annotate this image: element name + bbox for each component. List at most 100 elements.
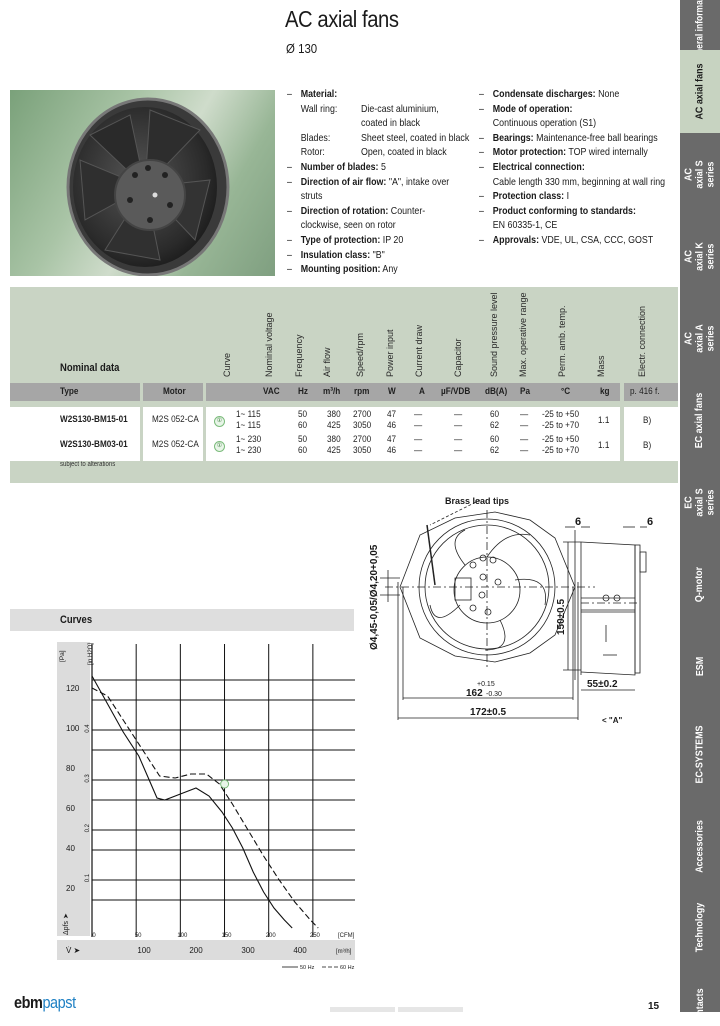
unit-mass: kg	[600, 386, 610, 397]
spec-item: Bearings: Maintenance-free ball bearings	[479, 132, 685, 147]
spec-item: Direction of air flow: "A", intake over …	[287, 176, 464, 205]
tab-contacts[interactable]: Contacts	[680, 965, 720, 1026]
y-tick-label: 20	[66, 884, 75, 893]
dim-162: 162	[466, 688, 483, 699]
product-photo	[10, 90, 275, 276]
section-tabs: General information AC axial fans AC axi…	[680, 0, 720, 1026]
cell-power: 46	[387, 420, 397, 431]
cell-airflow: 425	[327, 445, 341, 456]
cell-current: —	[414, 420, 423, 431]
col-header-speed: Speed/rpm	[355, 332, 365, 377]
y-tick-label: 120	[66, 684, 80, 693]
table-footnote: subject to alterations	[60, 461, 116, 468]
dimension-drawing: Brass lead tips Ø4,45-0,05/Ø4,20+0,05 +0…	[369, 496, 653, 725]
spec-item: Mounting position: Any	[287, 263, 485, 278]
specs-left: Material: Wall ring:Die-cast aluminium, …	[287, 88, 485, 278]
cell-frequency: 50	[298, 434, 308, 445]
spec-material: Material:	[287, 88, 485, 103]
spec-item: Protection class: I	[479, 190, 685, 205]
cell-motor: M2S 052-CA	[152, 439, 199, 450]
x-unit-label: [m³/h]	[336, 949, 352, 955]
tab-ac-axial-fans[interactable]: AC axial fans	[680, 50, 720, 133]
unit-frequency: Hz	[298, 386, 308, 397]
x-tick-label: 100	[137, 946, 151, 955]
legend-label: 50 Hz	[300, 965, 315, 971]
y-tick-label: 80	[66, 764, 75, 773]
cell-voltage: 1~ 230	[236, 434, 262, 445]
y-unit-label: [Pa]	[59, 650, 66, 662]
col-header-sound: Sound pressure level	[489, 292, 499, 377]
series-line-50hz	[91, 675, 293, 929]
spec-item: Condensate discharges: None	[479, 88, 685, 103]
col-header-frequency: Frequency	[294, 334, 304, 377]
tab-ac-axial-k-series[interactable]: AC axial K series	[680, 215, 720, 297]
unit-connection: p. 416 f.	[630, 386, 660, 397]
x-tick-labels: 100 200 300 400 0 50 100 150 200 250	[92, 933, 320, 955]
x-tick-label: 300	[241, 946, 255, 955]
page-number: 15	[648, 1001, 660, 1012]
dim-172: 172±0.5	[470, 707, 507, 718]
x-unit-secondary-label: [CFM]	[338, 933, 355, 939]
table-row: W2S130-BM03-01 M2S 052-CA ① 1~ 230 1~ 23…	[10, 432, 678, 461]
dim-55: 55±0.2	[587, 679, 618, 690]
ebmpapst-logo: ebmpapst	[14, 993, 76, 1012]
spec-item: Direction of rotation: Counter-clockwise…	[287, 205, 464, 234]
cell-connection: B)	[643, 415, 652, 426]
tab-ec-systems[interactable]: EC-SYSTEMS	[680, 707, 720, 802]
cell-frequency: 50	[298, 409, 308, 420]
cell-temp: -25 to +50	[542, 409, 580, 420]
cell-power: 47	[387, 409, 397, 420]
cell-capacitor: —	[454, 445, 463, 456]
dim-162-tol-up: +0.15	[477, 681, 495, 688]
tab-accessories[interactable]: Accessories	[680, 802, 720, 890]
x-tick-label-secondary: 150	[222, 933, 233, 939]
x-axis-band	[57, 940, 355, 960]
label-brass-lead-tips: Brass lead tips	[445, 496, 509, 506]
unit-voltage: VAC	[263, 386, 280, 397]
cell-airflow: 380	[327, 434, 341, 445]
footer-box	[398, 1007, 463, 1012]
x-tick-label: 200	[189, 946, 203, 955]
cell-frequency: 60	[298, 420, 308, 431]
y-unit-secondary-label: [in H2O]	[88, 643, 94, 665]
x-tick-label-secondary: 50	[135, 933, 142, 939]
cell-voltage: 1~ 115	[236, 409, 261, 420]
col-header-airflow: Air flow	[322, 347, 332, 377]
cell-mass: 1.1	[598, 440, 610, 451]
x-tick-label-secondary: 250	[310, 933, 321, 939]
cell-capacitor: —	[454, 420, 463, 431]
y-tick-labels: 20 40 60 80 100 120 0.1 0.2 0.3 0.4	[66, 684, 91, 893]
tab-esm[interactable]: ESM	[680, 625, 720, 707]
cell-power: 47	[387, 434, 397, 445]
tab-q-motor[interactable]: Q-motor	[680, 543, 720, 625]
cell-speed: 2700	[353, 409, 372, 420]
y-axis-band	[57, 642, 90, 936]
tab-ac-axial-a-series[interactable]: AC axial A series	[680, 297, 720, 379]
spec-item: Number of blades: 5	[287, 161, 485, 176]
tab-technology[interactable]: Technology	[680, 890, 720, 965]
col-header-pressure: Max. operative range	[518, 292, 528, 377]
spec-item-detail: Cable length 330 mm, beginning at wall r…	[492, 176, 666, 188]
cell-temp: -25 to +70	[542, 445, 580, 456]
unit-capacitor: µF/VDB	[441, 386, 471, 397]
specs-right: Condensate discharges: None Mode of oper…	[479, 88, 685, 249]
cell-speed: 3050	[353, 420, 372, 431]
col-header-temp: Perm. amb. temp.	[557, 305, 567, 377]
tab-ec-axial-fans[interactable]: EC axial fans	[680, 379, 720, 461]
y-tick-label: 100	[66, 724, 80, 733]
cell-sound: 62	[490, 445, 500, 456]
cell-type: W2S130-BM15-01	[60, 414, 128, 425]
x-tick-label: 400	[293, 946, 307, 955]
tab-ac-axial-s-series[interactable]: AC axial S series	[680, 133, 720, 215]
curve-annotation-badge	[220, 779, 230, 789]
tab-ec-axial-s-series[interactable]: EC axial S series	[680, 461, 720, 543]
y-tick-label-secondary: 0.4	[85, 724, 91, 733]
unit-airflow: m³/h	[323, 386, 341, 397]
tab-general-information[interactable]: General information	[680, 0, 720, 65]
x-tick-label-secondary: 100	[177, 933, 188, 939]
cell-voltage: 1~ 115	[236, 420, 261, 431]
spec-material-row: Blades: Sheet steel, coated in black	[300, 132, 470, 144]
cell-motor: M2S 052-CA	[152, 414, 199, 425]
cell-current: —	[414, 434, 423, 445]
dim-hole-diameter: Ø4,45-0,05/Ø4,20+0,05	[369, 544, 380, 650]
